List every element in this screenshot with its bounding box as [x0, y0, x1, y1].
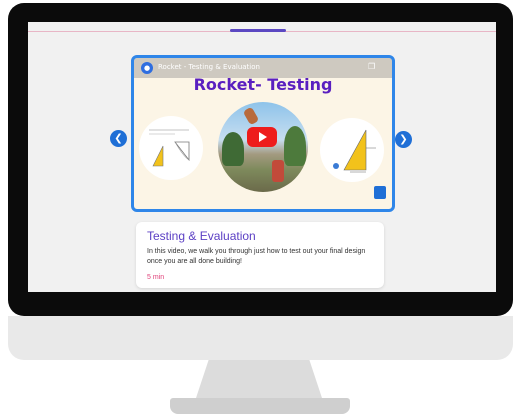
monitor-stand-base: [170, 398, 350, 414]
carousel-prev-button[interactable]: ❮: [110, 130, 127, 147]
play-icon: [259, 132, 267, 142]
diagram-illustration-left: [139, 116, 203, 180]
chevron-left-icon: ❮: [114, 133, 123, 144]
launcher-shape: [272, 160, 284, 182]
card-description: In this video, we walk you through just …: [147, 248, 366, 265]
chevron-right-icon: ❯: [399, 134, 408, 145]
triangle-diagram-icon: [149, 129, 190, 167]
monitor-stand: [196, 360, 322, 398]
diagram-illustration-right: [320, 118, 384, 182]
video-info-card[interactable]: Testing & Evaluation In this video, we w…: [136, 222, 384, 288]
rocket-bottle-shape: [242, 106, 260, 126]
video-player[interactable]: ● Rocket - Testing & Evaluation ❐ Rocket…: [131, 55, 395, 212]
copy-link-icon[interactable]: ❐: [368, 62, 378, 72]
video-thumbnail-title: Rocket- Testing: [193, 75, 333, 94]
active-tab-indicator[interactable]: [230, 29, 286, 32]
right-triangle-icon: [333, 129, 376, 173]
logo-icon: [374, 186, 386, 199]
card-title: Testing & Evaluation: [147, 229, 256, 243]
rocket-launch-photo: [218, 102, 308, 192]
screen: ❮ ❯ ● Rocket - Testing & Evaluation ❐ Ro…: [28, 22, 496, 292]
tree-shape: [222, 132, 244, 166]
channel-avatar-icon[interactable]: ●: [141, 62, 153, 74]
duration-label: 5 min: [147, 274, 165, 281]
video-channel-title[interactable]: Rocket - Testing & Evaluation: [158, 63, 260, 71]
monitor-chin: [8, 316, 513, 360]
carousel-next-button[interactable]: ❯: [395, 131, 412, 148]
tree-shape: [284, 126, 306, 166]
